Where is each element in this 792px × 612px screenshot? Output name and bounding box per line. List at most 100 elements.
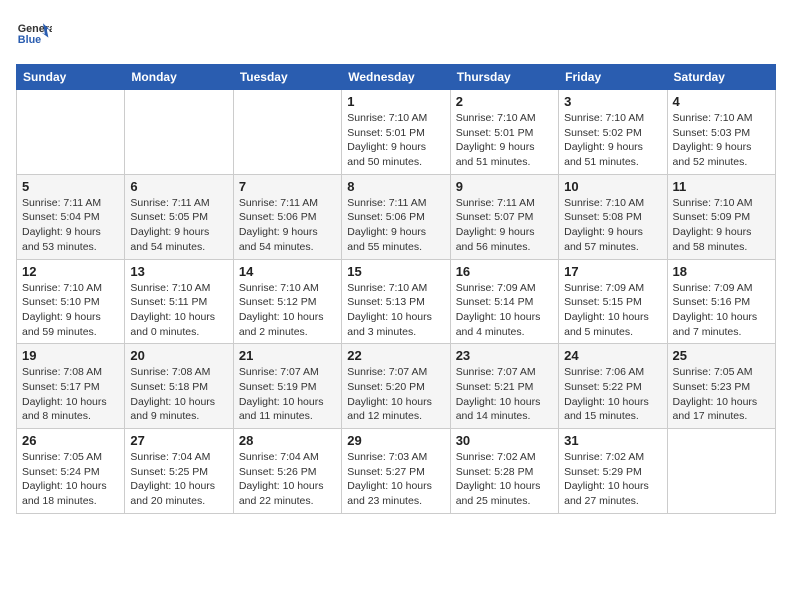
day-number: 26 xyxy=(22,433,119,448)
calendar-cell: 23 Sunrise: 7:07 AM Sunset: 5:21 PM Dayli… xyxy=(450,344,558,429)
day-number: 14 xyxy=(239,264,336,279)
calendar-cell: 20 Sunrise: 7:08 AM Sunset: 5:18 PM Dayli… xyxy=(125,344,233,429)
day-info: Sunrise: 7:10 AM Sunset: 5:13 PM Dayligh… xyxy=(347,281,444,340)
day-info: Sunrise: 7:05 AM Sunset: 5:23 PM Dayligh… xyxy=(673,365,770,424)
day-number: 6 xyxy=(130,179,227,194)
day-number: 5 xyxy=(22,179,119,194)
calendar-cell: 28Sunrise: 7:04 AM Sunset: 5:26 PM Dayli… xyxy=(233,429,341,514)
day-info: Sunrise: 7:10 AM Sunset: 5:09 PM Dayligh… xyxy=(673,196,770,255)
dow-header-thursday: Thursday xyxy=(450,65,558,90)
week-row-5: 26 Sunrise: 7:05 AM Sunset: 5:24 PM Dayli… xyxy=(17,429,776,514)
day-info: Sunrise: 7:06 AM Sunset: 5:22 PM Dayligh… xyxy=(564,365,661,424)
calendar-cell: 10 Sunrise: 7:10 AM Sunset: 5:08 PM Dayli… xyxy=(559,174,667,259)
day-info: Sunrise: 7:05 AM Sunset: 5:24 PM Dayligh… xyxy=(22,450,119,509)
dow-header-friday: Friday xyxy=(559,65,667,90)
page-header: General Blue xyxy=(16,16,776,52)
day-number: 12 xyxy=(22,264,119,279)
day-info: Sunrise: 7:10 AM Sunset: 5:01 PM Dayligh… xyxy=(347,111,444,170)
day-number: 28 xyxy=(239,433,336,448)
day-info: Sunrise: 7:11 AM Sunset: 5:07 PM Dayligh… xyxy=(456,196,553,255)
day-info: Sunrise: 7:11 AM Sunset: 5:05 PM Dayligh… xyxy=(130,196,227,255)
dow-header-monday: Monday xyxy=(125,65,233,90)
day-number: 24 xyxy=(564,348,661,363)
calendar-cell xyxy=(17,90,125,175)
week-row-4: 19Sunrise: 7:08 AM Sunset: 5:17 PM Dayli… xyxy=(17,344,776,429)
svg-text:Blue: Blue xyxy=(18,34,41,46)
day-number: 8 xyxy=(347,179,444,194)
calendar-cell: 30 Sunrise: 7:02 AM Sunset: 5:28 PM Dayli… xyxy=(450,429,558,514)
day-number: 13 xyxy=(130,264,227,279)
day-info: Sunrise: 7:11 AM Sunset: 5:04 PM Dayligh… xyxy=(22,196,119,255)
calendar-cell: 11 Sunrise: 7:10 AM Sunset: 5:09 PM Dayli… xyxy=(667,174,775,259)
day-number: 16 xyxy=(456,264,553,279)
day-info: Sunrise: 7:10 AM Sunset: 5:03 PM Dayligh… xyxy=(673,111,770,170)
calendar-cell: 24 Sunrise: 7:06 AM Sunset: 5:22 PM Dayli… xyxy=(559,344,667,429)
day-number: 25 xyxy=(673,348,770,363)
day-info: Sunrise: 7:10 AM Sunset: 5:02 PM Dayligh… xyxy=(564,111,661,170)
day-info: Sunrise: 7:11 AM Sunset: 5:06 PM Dayligh… xyxy=(347,196,444,255)
day-info: Sunrise: 7:11 AM Sunset: 5:06 PM Dayligh… xyxy=(239,196,336,255)
logo: General Blue xyxy=(16,16,52,52)
day-info: Sunrise: 7:09 AM Sunset: 5:15 PM Dayligh… xyxy=(564,281,661,340)
day-number: 11 xyxy=(673,179,770,194)
day-info: Sunrise: 7:08 AM Sunset: 5:18 PM Dayligh… xyxy=(130,365,227,424)
day-number: 2 xyxy=(456,94,553,109)
day-number: 22 xyxy=(347,348,444,363)
dow-header-saturday: Saturday xyxy=(667,65,775,90)
day-number: 29 xyxy=(347,433,444,448)
day-info: Sunrise: 7:09 AM Sunset: 5:14 PM Dayligh… xyxy=(456,281,553,340)
day-number: 9 xyxy=(456,179,553,194)
calendar-cell: 2 Sunrise: 7:10 AM Sunset: 5:01 PM Daylig… xyxy=(450,90,558,175)
day-info: Sunrise: 7:10 AM Sunset: 5:01 PM Dayligh… xyxy=(456,111,553,170)
day-number: 20 xyxy=(130,348,227,363)
day-number: 30 xyxy=(456,433,553,448)
calendar-cell: 21Sunrise: 7:07 AM Sunset: 5:19 PM Dayli… xyxy=(233,344,341,429)
day-info: Sunrise: 7:02 AM Sunset: 5:28 PM Dayligh… xyxy=(456,450,553,509)
week-row-1: 1 Sunrise: 7:10 AM Sunset: 5:01 PM Daylig… xyxy=(17,90,776,175)
calendar-cell: 1 Sunrise: 7:10 AM Sunset: 5:01 PM Daylig… xyxy=(342,90,450,175)
day-info: Sunrise: 7:10 AM Sunset: 5:08 PM Dayligh… xyxy=(564,196,661,255)
day-number: 10 xyxy=(564,179,661,194)
day-info: Sunrise: 7:09 AM Sunset: 5:16 PM Dayligh… xyxy=(673,281,770,340)
day-number: 31 xyxy=(564,433,661,448)
day-info: Sunrise: 7:02 AM Sunset: 5:29 PM Dayligh… xyxy=(564,450,661,509)
calendar-cell: 29Sunrise: 7:03 AM Sunset: 5:27 PM Dayli… xyxy=(342,429,450,514)
calendar-cell: 26 Sunrise: 7:05 AM Sunset: 5:24 PM Dayli… xyxy=(17,429,125,514)
calendar-cell: 13 Sunrise: 7:10 AM Sunset: 5:11 PM Dayli… xyxy=(125,259,233,344)
calendar-cell: 27Sunrise: 7:04 AM Sunset: 5:25 PM Dayli… xyxy=(125,429,233,514)
dow-header-sunday: Sunday xyxy=(17,65,125,90)
calendar-cell: 6 Sunrise: 7:11 AM Sunset: 5:05 PM Daylig… xyxy=(125,174,233,259)
week-row-3: 12Sunrise: 7:10 AM Sunset: 5:10 PM Dayli… xyxy=(17,259,776,344)
calendar-cell: 18 Sunrise: 7:09 AM Sunset: 5:16 PM Dayli… xyxy=(667,259,775,344)
calendar-cell: 12Sunrise: 7:10 AM Sunset: 5:10 PM Dayli… xyxy=(17,259,125,344)
dow-header-wednesday: Wednesday xyxy=(342,65,450,90)
day-number: 18 xyxy=(673,264,770,279)
day-number: 7 xyxy=(239,179,336,194)
day-number: 3 xyxy=(564,94,661,109)
day-info: Sunrise: 7:10 AM Sunset: 5:11 PM Dayligh… xyxy=(130,281,227,340)
calendar-cell xyxy=(233,90,341,175)
calendar-cell: 7 Sunrise: 7:11 AM Sunset: 5:06 PM Daylig… xyxy=(233,174,341,259)
day-number: 27 xyxy=(130,433,227,448)
calendar-cell xyxy=(667,429,775,514)
calendar-cell: 5 Sunrise: 7:11 AM Sunset: 5:04 PM Daylig… xyxy=(17,174,125,259)
calendar-cell: 4Sunrise: 7:10 AM Sunset: 5:03 PM Daylig… xyxy=(667,90,775,175)
day-info: Sunrise: 7:07 AM Sunset: 5:21 PM Dayligh… xyxy=(456,365,553,424)
calendar-cell: 9 Sunrise: 7:11 AM Sunset: 5:07 PM Daylig… xyxy=(450,174,558,259)
logo-icon: General Blue xyxy=(16,16,52,52)
calendar-cell: 19Sunrise: 7:08 AM Sunset: 5:17 PM Dayli… xyxy=(17,344,125,429)
day-number: 23 xyxy=(456,348,553,363)
day-number: 17 xyxy=(564,264,661,279)
calendar-cell: 8 Sunrise: 7:11 AM Sunset: 5:06 PM Daylig… xyxy=(342,174,450,259)
day-info: Sunrise: 7:10 AM Sunset: 5:12 PM Dayligh… xyxy=(239,281,336,340)
calendar-table: SundayMondayTuesdayWednesdayThursdayFrid… xyxy=(16,64,776,514)
day-of-week-row: SundayMondayTuesdayWednesdayThursdayFrid… xyxy=(17,65,776,90)
day-number: 1 xyxy=(347,94,444,109)
calendar-cell: 17 Sunrise: 7:09 AM Sunset: 5:15 PM Dayli… xyxy=(559,259,667,344)
dow-header-tuesday: Tuesday xyxy=(233,65,341,90)
calendar-cell: 14 Sunrise: 7:10 AM Sunset: 5:12 PM Dayli… xyxy=(233,259,341,344)
day-number: 19 xyxy=(22,348,119,363)
day-number: 15 xyxy=(347,264,444,279)
week-row-2: 5 Sunrise: 7:11 AM Sunset: 5:04 PM Daylig… xyxy=(17,174,776,259)
calendar-cell: 15 Sunrise: 7:10 AM Sunset: 5:13 PM Dayli… xyxy=(342,259,450,344)
